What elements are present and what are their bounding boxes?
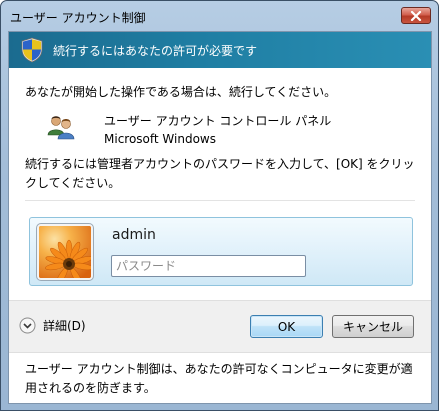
password-field[interactable] [111,255,306,277]
button-area: 詳細(D) OK キャンセル [9,300,431,353]
footer-text: ユーザー アカウント制御は、あなたの許可なくコンピュータに変更が適用されるのを防… [25,362,413,395]
credential-tile[interactable]: admin [29,217,413,286]
window-title: ユーザー アカウント制御 [10,11,146,25]
flower-picture [39,226,91,278]
permission-banner: 続行するにはあなたの許可が必要です [9,32,431,68]
cancel-button[interactable]: キャンセル [332,315,414,338]
dialog-content: 続行するにはあなたの許可が必要です あなたが開始した操作である場合は、続行してく… [8,31,432,404]
title-bar: ユーザー アカウント制御 [1,1,438,31]
ok-button[interactable]: OK [250,315,323,338]
details-label: 詳細(D) [43,319,86,333]
details-toggle[interactable]: 詳細(D) [19,317,86,334]
program-publisher: Microsoft Windows [104,132,216,146]
shield-icon [21,37,43,63]
user-picture [37,224,93,280]
program-name: ユーザー アカウント コントロール パネル [104,114,332,128]
users-icon [47,116,75,140]
username: admin [112,227,156,243]
divider [25,200,415,201]
instruction-text: 続行するには管理者アカウントのパスワードを入力して、[OK] をクリックしてくだ… [25,157,415,190]
banner-text: 続行するにはあなたの許可が必要です [53,44,258,58]
close-button[interactable] [401,7,431,24]
intro-text: あなたが開始した操作である場合は、続行してください。 [25,85,337,99]
chevron-down-icon [19,317,36,334]
uac-dialog: ユーザー アカウント制御 続行するにはあなたの許可が必要です あなたが開始した操… [0,0,439,411]
close-icon [410,10,422,21]
